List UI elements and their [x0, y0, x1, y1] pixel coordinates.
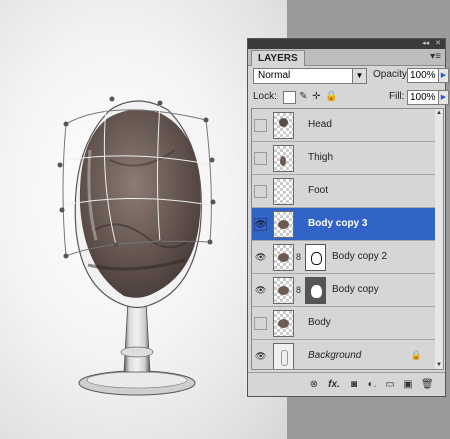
fill-slider-arrow-icon[interactable]: ▶: [438, 90, 449, 105]
chevron-down-icon: ▼: [352, 69, 366, 83]
mask-link-icon[interactable]: 8: [296, 285, 301, 295]
panel-titlebar[interactable]: ◂◂ ✕: [248, 39, 445, 49]
lock-all-icon[interactable]: 🔒: [325, 91, 337, 102]
layer-thumbnail: [273, 244, 294, 271]
layer-name[interactable]: Body copy 3: [308, 208, 367, 240]
panel-tab-row: LAYERS ▾≡: [248, 49, 445, 66]
scroll-down-icon[interactable]: ▼: [435, 361, 443, 369]
lock-position-move-icon[interactable]: ✛: [311, 91, 322, 102]
adjustment-icon[interactable]: ◐.: [367, 379, 377, 390]
close-icon[interactable]: ✕: [435, 39, 441, 49]
tab-layers[interactable]: LAYERS: [251, 50, 305, 66]
glass-stem: [123, 299, 151, 373]
layer-name[interactable]: Body: [308, 307, 331, 339]
layer-thumbnail: [273, 310, 294, 337]
eye-icon[interactable]: 👁: [254, 284, 267, 297]
eye-icon[interactable]: 👁: [254, 218, 267, 231]
document-canvas[interactable]: [0, 0, 287, 439]
panel-menu-icon[interactable]: ▾≡: [430, 50, 441, 64]
layer-mask-thumbnail[interactable]: [305, 277, 326, 304]
layer-lock-icon: 🔒: [410, 350, 422, 360]
lock-transparency-icon[interactable]: [283, 91, 296, 104]
layer-row[interactable]: Foot: [252, 175, 436, 208]
layer-thumbnail: [273, 343, 294, 369]
panel-footer: ⊗ fx. ◙ ◐. ▭ ▣ 🗑: [248, 372, 445, 396]
blend-mode-dropdown[interactable]: Normal ▼: [253, 68, 367, 84]
visibility-toggle-icon[interactable]: [254, 152, 267, 165]
layer-row[interactable]: Body: [252, 307, 436, 340]
layer-row-selected[interactable]: 👁 Body copy 3: [252, 208, 436, 241]
opacity-label: Opacity:: [373, 69, 410, 80]
layers-panel: ◂◂ ✕ LAYERS ▾≡ Normal ▼ Opacity: 100% ▶ …: [247, 38, 449, 397]
fill-label: Fill:: [389, 91, 405, 102]
eye-icon[interactable]: 👁: [254, 350, 267, 363]
eye-icon[interactable]: 👁: [254, 251, 267, 264]
layer-row[interactable]: 👁 8 Body copy: [252, 274, 436, 307]
add-mask-icon[interactable]: ◙: [349, 379, 359, 390]
lock-fill-row: Lock: ✎ ✛ 🔒 Fill: 100% ▶: [253, 89, 449, 105]
blend-opacity-row: Normal ▼ Opacity: 100% ▶: [253, 68, 449, 84]
canvas-artwork: [57, 96, 216, 396]
layer-name[interactable]: Foot: [308, 175, 328, 207]
trash-icon[interactable]: 🗑: [421, 379, 434, 390]
layer-thumbnail: [273, 277, 294, 304]
layers-scrollbar[interactable]: ▲ ▼: [435, 108, 444, 370]
fill-input[interactable]: 100%: [407, 90, 439, 105]
layers-list: Head Thigh Foot 👁 Body copy 3 👁 8 Body c…: [251, 108, 437, 370]
link-icon[interactable]: ⊗: [309, 379, 319, 390]
layer-name[interactable]: Body copy 2: [332, 241, 387, 273]
layer-thumbnail: [273, 112, 294, 139]
layer-name[interactable]: Thigh: [308, 142, 333, 174]
layer-row[interactable]: 👁 8 Body copy 2: [252, 241, 436, 274]
lock-image-brush-icon[interactable]: ✎: [298, 91, 309, 102]
lock-label: Lock:: [253, 91, 277, 102]
opacity-input[interactable]: 100%: [407, 68, 439, 83]
layer-thumbnail: [273, 211, 294, 238]
visibility-toggle-icon[interactable]: [254, 185, 267, 198]
visibility-toggle-icon[interactable]: [254, 119, 267, 132]
layer-mask-thumbnail[interactable]: [305, 244, 326, 271]
new-layer-icon[interactable]: ▣: [403, 379, 413, 390]
mask-link-icon[interactable]: 8: [296, 252, 301, 262]
layer-row[interactable]: 👁 Background 🔒: [252, 340, 436, 369]
group-folder-icon[interactable]: ▭: [385, 379, 395, 390]
layer-row[interactable]: Thigh: [252, 142, 436, 175]
opacity-slider-arrow-icon[interactable]: ▶: [438, 68, 449, 83]
layer-thumbnail: [273, 178, 294, 205]
layer-row[interactable]: Head: [252, 109, 436, 142]
layer-name[interactable]: Background: [308, 340, 361, 369]
layer-thumbnail: [273, 145, 294, 172]
layer-name[interactable]: Body copy: [332, 274, 379, 306]
layer-name[interactable]: Head: [308, 109, 332, 141]
scroll-up-icon[interactable]: ▲: [435, 109, 443, 117]
fx-icon[interactable]: fx.: [327, 379, 341, 390]
blend-mode-value: Normal: [258, 70, 291, 81]
visibility-toggle-icon[interactable]: [254, 317, 267, 330]
collapse-icon[interactable]: ◂◂: [422, 39, 429, 49]
